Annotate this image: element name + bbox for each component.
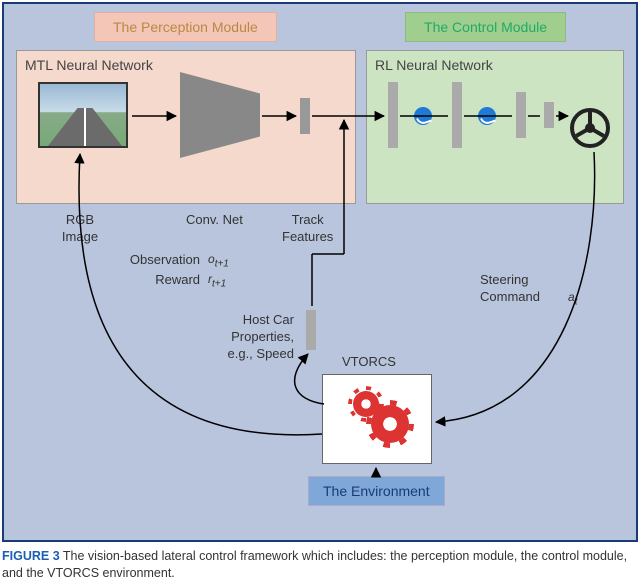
reward-text: Reward [155, 272, 200, 287]
track-features-label: Track Features [282, 212, 333, 246]
observation-text: Observation [130, 252, 200, 267]
control-module-label: The Control Module [405, 12, 566, 42]
rl-layer-1 [388, 82, 398, 148]
host-car-properties-bar [306, 310, 316, 350]
figure-caption: FIGURE 3 The vision-based lateral contro… [2, 548, 638, 582]
reward-label: Reward [110, 272, 200, 289]
host-car-label: Host Car Properties, e.g., Speed [204, 312, 294, 363]
perception-module-label: The Perception Module [94, 12, 277, 42]
figure-caption-text: The vision-based lateral control framewo… [2, 549, 627, 580]
environment-label: The Environment [308, 476, 445, 506]
rl-layer-2 [452, 82, 462, 148]
rgb-image-label: RGB Image [50, 212, 110, 246]
rl-layer-4 [544, 102, 554, 128]
diagram-canvas: The Perception Module The Control Module… [2, 2, 638, 542]
rgb-image-icon [38, 82, 128, 148]
gear-icon-big [371, 405, 409, 443]
vtorcs-box [322, 374, 432, 464]
observation-symbol: ot+1 [208, 252, 229, 270]
mtl-title: MTL Neural Network [25, 57, 153, 73]
action-symbol: at [568, 290, 577, 308]
steering-command-label: Steering Command [480, 272, 540, 306]
observation-label: Observation [110, 252, 200, 269]
activation-icon-1 [414, 107, 432, 125]
figure-number: FIGURE 3 [2, 549, 60, 563]
convnet-label: Conv. Net [186, 212, 243, 229]
rl-title: RL Neural Network [375, 57, 493, 73]
reward-symbol: rt+1 [208, 272, 226, 290]
track-features-bar [300, 98, 310, 134]
activation-icon-2 [478, 107, 496, 125]
vtorcs-label: VTORCS [342, 354, 396, 371]
rl-layer-3 [516, 92, 526, 138]
steering-wheel-icon [570, 108, 610, 148]
